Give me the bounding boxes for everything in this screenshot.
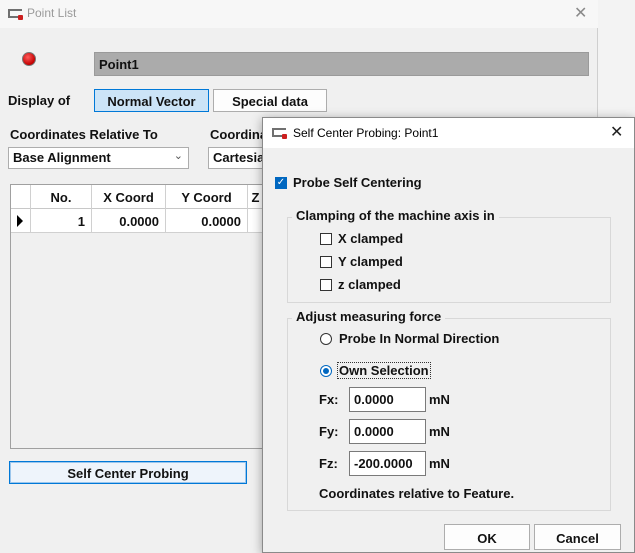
own-selection-label[interactable]: Own Selection bbox=[337, 362, 431, 379]
fz-input[interactable]: -200.0000 bbox=[349, 451, 426, 476]
chevron-down-icon: ⌄ bbox=[173, 150, 183, 162]
self-center-probing-dialog: Self Center Probing: Point1 ✕ ✓ Probe Se… bbox=[262, 117, 635, 553]
special-data-button[interactable]: Special data bbox=[213, 89, 327, 112]
dialog-title: Self Center Probing: Point1 bbox=[293, 126, 439, 140]
point-name-field[interactable]: Point1 bbox=[94, 52, 589, 76]
coordinate-system-select[interactable]: Cartesia bbox=[208, 147, 268, 169]
table-row[interactable]: 1 0.0000 0.0000 bbox=[11, 209, 263, 233]
ok-button[interactable]: OK bbox=[444, 524, 530, 550]
coordinates-note: Coordinates relative to Feature. bbox=[319, 486, 515, 501]
table-header: No. X Coord Y Coord Z bbox=[11, 185, 263, 209]
probe-normal-direction-label[interactable]: Probe In Normal Direction bbox=[339, 331, 499, 346]
x-clamped-label[interactable]: X clamped bbox=[338, 231, 403, 246]
close-icon[interactable]: ✕ bbox=[610, 122, 623, 142]
dialog-titlebar: Self Center Probing: Point1 ✕ bbox=[263, 118, 634, 148]
probe-self-centering-label[interactable]: Probe Self Centering bbox=[293, 175, 422, 190]
fy-unit: mN bbox=[429, 424, 450, 439]
cell-x[interactable]: 0.0000 bbox=[92, 209, 166, 233]
window-title: Point List bbox=[27, 6, 77, 20]
force-group-title: Adjust measuring force bbox=[292, 309, 446, 324]
cell-no[interactable]: 1 bbox=[31, 209, 92, 233]
point-list-titlebar: Point List ✕ bbox=[0, 0, 598, 28]
z-clamped-label[interactable]: z clamped bbox=[338, 277, 401, 292]
check-icon: ✓ bbox=[276, 177, 286, 188]
column-header-no[interactable]: No. bbox=[31, 185, 92, 209]
app-icon bbox=[8, 8, 23, 20]
clamping-group bbox=[287, 217, 611, 303]
fz-label: Fz: bbox=[319, 456, 338, 471]
fz-unit: mN bbox=[429, 456, 450, 471]
fx-input[interactable]: 0.0000 bbox=[349, 387, 426, 412]
cell-y[interactable]: 0.0000 bbox=[166, 209, 248, 233]
display-of-label: Display of bbox=[8, 93, 71, 108]
coordinates-relative-label: Coordinates Relative To bbox=[10, 127, 158, 142]
probe-self-centering-checkbox[interactable]: ✓ bbox=[275, 177, 287, 189]
relative-to-select[interactable]: Base Alignment ⌄ bbox=[8, 147, 189, 169]
self-center-probing-button[interactable]: Self Center Probing bbox=[9, 461, 247, 484]
row-pointer-icon bbox=[17, 215, 23, 227]
fy-label: Fy: bbox=[319, 424, 339, 439]
clamping-group-title: Clamping of the machine axis in bbox=[292, 208, 499, 223]
y-clamped-checkbox[interactable] bbox=[320, 256, 332, 268]
column-header-z[interactable]: Z bbox=[248, 185, 263, 209]
y-clamped-label[interactable]: Y clamped bbox=[338, 254, 403, 269]
status-indicator-icon bbox=[22, 52, 36, 66]
own-selection-radio[interactable] bbox=[320, 365, 332, 377]
app-icon bbox=[272, 127, 287, 139]
points-table: No. X Coord Y Coord Z 1 0.0000 0.0000 bbox=[10, 184, 264, 449]
z-clamped-checkbox[interactable] bbox=[320, 279, 332, 291]
column-header-x[interactable]: X Coord bbox=[92, 185, 166, 209]
close-icon[interactable]: ✕ bbox=[574, 3, 587, 23]
force-group bbox=[287, 318, 611, 511]
normal-vector-button[interactable]: Normal Vector bbox=[94, 89, 209, 112]
coordinate-system-label: Coordina bbox=[210, 127, 268, 142]
fy-input[interactable]: 0.0000 bbox=[349, 419, 426, 444]
probe-normal-direction-radio[interactable] bbox=[320, 333, 332, 345]
column-header-y[interactable]: Y Coord bbox=[166, 185, 248, 209]
x-clamped-checkbox[interactable] bbox=[320, 233, 332, 245]
row-header-corner bbox=[11, 185, 31, 209]
row-selector[interactable] bbox=[11, 209, 31, 233]
relative-to-value: Base Alignment bbox=[13, 150, 111, 165]
cancel-button[interactable]: Cancel bbox=[534, 524, 621, 550]
fx-unit: mN bbox=[429, 392, 450, 407]
fx-label: Fx: bbox=[319, 392, 339, 407]
